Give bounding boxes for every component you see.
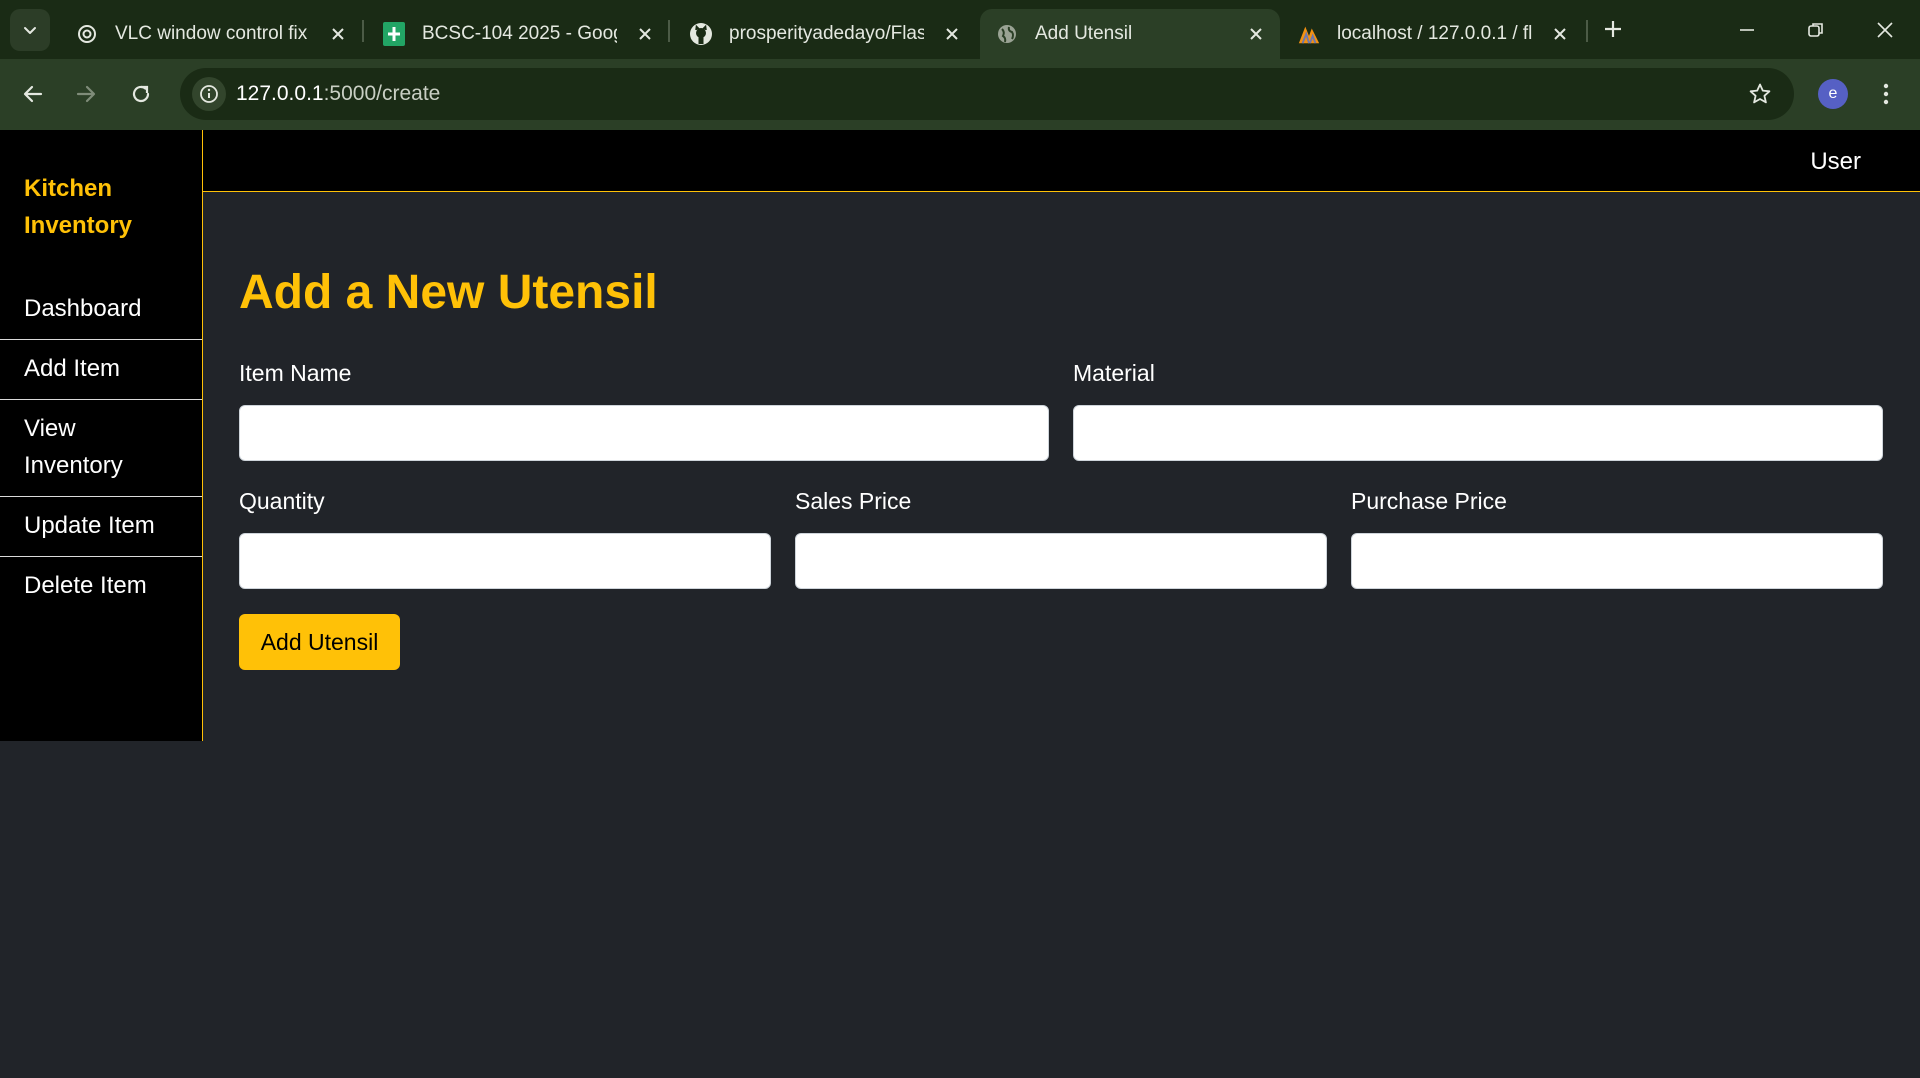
openai-icon [75,22,99,46]
sales-price-input[interactable] [795,533,1327,589]
sales-price-label: Sales Price [795,488,912,514]
url-path: :5000/create [323,82,441,105]
tab-separator [668,20,670,42]
page-title: Add a New Utensil [239,266,658,319]
browser-tab-active[interactable]: Add Utensil [980,9,1280,59]
top-navbar: User [203,130,1920,192]
close-icon [1877,22,1893,38]
restore-icon [1808,23,1823,37]
tab-title: Add Utensil [1035,23,1133,44]
sidebar: Kitchen Inventory Dashboard Add Item Vie… [0,130,203,741]
forward-button[interactable] [64,72,108,116]
sidebar-item-delete-item[interactable]: Delete Item [0,557,202,616]
tab-search-button[interactable] [10,9,50,51]
url-text[interactable]: 127.0.0.1:5000/create [236,82,440,106]
close-window-button[interactable] [1860,10,1910,50]
browser-menu-button[interactable] [1874,77,1898,111]
minimize-button[interactable] [1722,10,1772,50]
address-bar[interactable]: 127.0.0.1:5000/create [180,68,1794,120]
add-utensil-button[interactable]: Add Utensil [239,614,400,670]
tab-title: localhost / 127.0.0.1 / fla [1337,23,1532,44]
back-button[interactable] [11,72,55,116]
material-input[interactable] [1073,405,1883,461]
profile-avatar[interactable]: e [1818,79,1848,109]
tab-separator [362,20,364,42]
sidebar-nav: Dashboard Add Item View Inventory Update… [0,280,202,616]
quantity-input[interactable] [239,533,771,589]
close-icon[interactable] [1246,24,1266,44]
bookmark-button[interactable] [1746,80,1774,108]
close-icon[interactable] [942,24,962,44]
close-icon[interactable] [1550,24,1570,44]
close-icon[interactable] [328,24,348,44]
tab-title: BCSC-104 2025 - Google [422,23,617,44]
sidebar-item-dashboard[interactable]: Dashboard [0,280,202,340]
minimize-icon [1740,29,1754,31]
arrow-left-icon [23,85,43,103]
reload-icon [132,85,150,103]
sidebar-item-update-item[interactable]: Update Item [0,497,202,557]
tab-title: VLC window control fix [115,23,308,44]
sidebar-item-view-inventory[interactable]: View Inventory [0,400,202,497]
restore-button[interactable] [1791,10,1841,50]
url-host: 127.0.0.1 [236,82,324,105]
info-icon [200,85,218,103]
google-sheets-icon [382,22,406,46]
site-info-button[interactable] [192,77,226,111]
arrow-right-icon [76,85,96,103]
tab-title: prosperityadedayo/Flask [729,23,924,44]
globe-icon [995,22,1019,46]
chevron-down-icon [24,27,36,34]
more-vertical-icon [1883,83,1889,105]
user-menu[interactable]: User [1810,148,1861,176]
browser-tab[interactable]: prosperityadedayo/Flask [674,9,976,59]
new-tab-button[interactable] [1598,14,1628,44]
browser-toolbar: 127.0.0.1:5000/create e [0,59,1920,130]
material-label: Material [1073,360,1155,386]
item-name-label: Item Name [239,360,352,386]
plus-icon [1605,21,1621,37]
browser-tab[interactable]: BCSC-104 2025 - Google [367,9,669,59]
purchase-price-input[interactable] [1351,533,1883,589]
star-icon [1749,83,1771,104]
browser-tab[interactable]: localhost / 127.0.0.1 / fla [1282,9,1584,59]
app-brand[interactable]: Kitchen Inventory [24,170,184,244]
browser-tab-strip: VLC window control fix BCSC-104 2025 - G… [0,0,1920,59]
item-name-input[interactable] [239,405,1049,461]
purchase-price-label: Purchase Price [1351,488,1507,514]
browser-tab[interactable]: VLC window control fix [60,9,362,59]
close-icon[interactable] [635,24,655,44]
reload-button[interactable] [119,72,163,116]
github-icon [689,22,713,46]
sidebar-item-add-item[interactable]: Add Item [0,340,202,400]
phpmyadmin-icon [1297,22,1321,46]
tab-separator [1586,20,1588,42]
quantity-label: Quantity [239,488,325,514]
